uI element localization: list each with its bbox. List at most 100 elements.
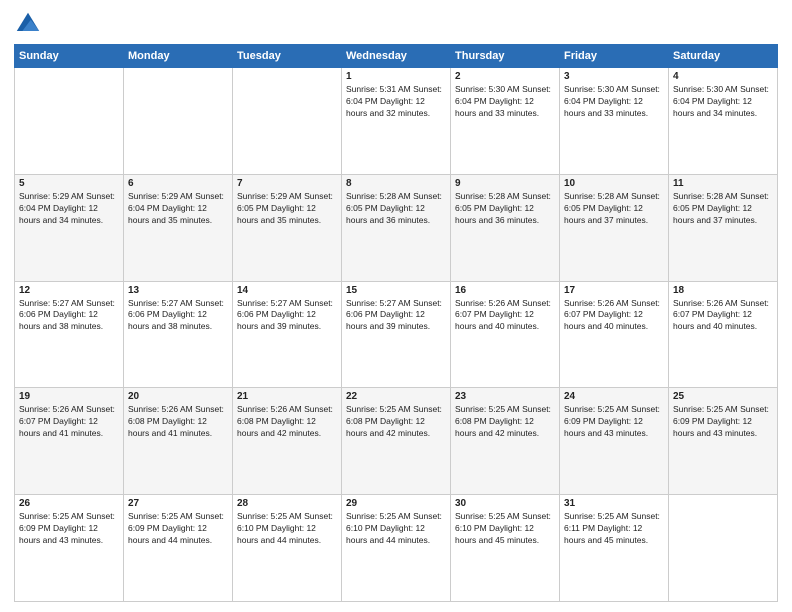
week-row-1: 1Sunrise: 5:31 AM Sunset: 6:04 PM Daylig… bbox=[15, 68, 778, 175]
day-number: 4 bbox=[673, 71, 773, 82]
day-number: 5 bbox=[19, 178, 119, 189]
day-number: 19 bbox=[19, 391, 119, 402]
day-number: 7 bbox=[237, 178, 337, 189]
day-cell: 16 Sunrise: 5:26 AM Sunset: 6:07 PM Dayli… bbox=[451, 281, 560, 388]
day-cell: 9 Sunrise: 5:28 AM Sunset: 6:05 PM Daylig… bbox=[451, 174, 560, 281]
day-number: 28 bbox=[237, 498, 337, 509]
day-info: Sunrise: 5:25 AM Sunset: 6:10 PM Dayligh… bbox=[237, 511, 337, 547]
day-cell bbox=[233, 68, 342, 175]
day-info: Sunrise: 5:27 AM Sunset: 6:06 PM Dayligh… bbox=[237, 298, 337, 334]
day-info: Sunrise: 5:25 AM Sunset: 6:10 PM Dayligh… bbox=[455, 511, 555, 547]
day-cell: 13 Sunrise: 5:27 AM Sunset: 6:06 PM Dayli… bbox=[124, 281, 233, 388]
day-info: Sunrise: 5:25 AM Sunset: 6:09 PM Dayligh… bbox=[128, 511, 228, 547]
day-number: 1 bbox=[346, 71, 446, 82]
day-cell: 27 Sunrise: 5:25 AM Sunset: 6:09 PM Dayli… bbox=[124, 495, 233, 602]
day-cell: 1Sunrise: 5:31 AM Sunset: 6:04 PM Daylig… bbox=[342, 68, 451, 175]
day-number: 11 bbox=[673, 178, 773, 189]
day-cell: 23 Sunrise: 5:25 AM Sunset: 6:08 PM Dayli… bbox=[451, 388, 560, 495]
day-cell: 12Sunrise: 5:27 AM Sunset: 6:06 PM Dayli… bbox=[15, 281, 124, 388]
day-cell: 2 Sunrise: 5:30 AM Sunset: 6:04 PM Daylig… bbox=[451, 68, 560, 175]
day-header-saturday: Saturday bbox=[669, 45, 778, 68]
day-number: 15 bbox=[346, 285, 446, 296]
day-cell: 24Sunrise: 5:25 AM Sunset: 6:09 PM Dayli… bbox=[560, 388, 669, 495]
day-cell: 14 Sunrise: 5:27 AM Sunset: 6:06 PM Dayli… bbox=[233, 281, 342, 388]
day-info: Sunrise: 5:29 AM Sunset: 6:04 PM Dayligh… bbox=[128, 191, 228, 227]
day-info: Sunrise: 5:28 AM Sunset: 6:05 PM Dayligh… bbox=[564, 191, 664, 227]
day-cell: 6 Sunrise: 5:29 AM Sunset: 6:04 PM Daylig… bbox=[124, 174, 233, 281]
day-info: Sunrise: 5:26 AM Sunset: 6:08 PM Dayligh… bbox=[237, 404, 337, 440]
day-header-friday: Friday bbox=[560, 45, 669, 68]
day-cell: 10 Sunrise: 5:28 AM Sunset: 6:05 PM Dayli… bbox=[560, 174, 669, 281]
day-info: Sunrise: 5:26 AM Sunset: 6:07 PM Dayligh… bbox=[19, 404, 119, 440]
days-header-row: SundayMondayTuesdayWednesdayThursdayFrid… bbox=[15, 45, 778, 68]
day-number: 17 bbox=[564, 285, 664, 296]
day-number: 21 bbox=[237, 391, 337, 402]
day-number: 3 bbox=[564, 71, 664, 82]
day-number: 26 bbox=[19, 498, 119, 509]
day-number: 10 bbox=[564, 178, 664, 189]
day-header-sunday: Sunday bbox=[15, 45, 124, 68]
day-info: Sunrise: 5:29 AM Sunset: 6:04 PM Dayligh… bbox=[19, 191, 119, 227]
day-number: 2 bbox=[455, 71, 555, 82]
day-number: 18 bbox=[673, 285, 773, 296]
day-number: 14 bbox=[237, 285, 337, 296]
day-number: 20 bbox=[128, 391, 228, 402]
day-info: Sunrise: 5:26 AM Sunset: 6:07 PM Dayligh… bbox=[564, 298, 664, 334]
day-cell bbox=[15, 68, 124, 175]
day-info: Sunrise: 5:30 AM Sunset: 6:04 PM Dayligh… bbox=[564, 84, 664, 120]
day-cell: 15 Sunrise: 5:27 AM Sunset: 6:06 PM Dayli… bbox=[342, 281, 451, 388]
day-number: 25 bbox=[673, 391, 773, 402]
day-number: 9 bbox=[455, 178, 555, 189]
week-row-5: 26 Sunrise: 5:25 AM Sunset: 6:09 PM Dayli… bbox=[15, 495, 778, 602]
day-cell: 19 Sunrise: 5:26 AM Sunset: 6:07 PM Dayli… bbox=[15, 388, 124, 495]
week-row-2: 5 Sunrise: 5:29 AM Sunset: 6:04 PM Daylig… bbox=[15, 174, 778, 281]
day-cell: 20 Sunrise: 5:26 AM Sunset: 6:08 PM Dayli… bbox=[124, 388, 233, 495]
logo-icon bbox=[14, 10, 42, 38]
day-cell: 29 Sunrise: 5:25 AM Sunset: 6:10 PM Dayli… bbox=[342, 495, 451, 602]
day-info: Sunrise: 5:30 AM Sunset: 6:04 PM Dayligh… bbox=[455, 84, 555, 120]
calendar-table: SundayMondayTuesdayWednesdayThursdayFrid… bbox=[14, 44, 778, 602]
day-info: Sunrise: 5:27 AM Sunset: 6:06 PM Dayligh… bbox=[128, 298, 228, 334]
day-number: 13 bbox=[128, 285, 228, 296]
day-number: 22 bbox=[346, 391, 446, 402]
day-info: Sunrise: 5:25 AM Sunset: 6:08 PM Dayligh… bbox=[455, 404, 555, 440]
day-cell: 18Sunrise: 5:26 AM Sunset: 6:07 PM Dayli… bbox=[669, 281, 778, 388]
day-info: Sunrise: 5:25 AM Sunset: 6:09 PM Dayligh… bbox=[673, 404, 773, 440]
day-number: 12 bbox=[19, 285, 119, 296]
day-cell: 3 Sunrise: 5:30 AM Sunset: 6:04 PM Daylig… bbox=[560, 68, 669, 175]
day-cell: 26Sunrise: 5:25 AM Sunset: 6:09 PM Dayli… bbox=[15, 495, 124, 602]
day-cell: 30 Sunrise: 5:25 AM Sunset: 6:10 PM Dayli… bbox=[451, 495, 560, 602]
week-row-4: 19 Sunrise: 5:26 AM Sunset: 6:07 PM Dayli… bbox=[15, 388, 778, 495]
day-cell: 7Sunrise: 5:29 AM Sunset: 6:05 PM Daylig… bbox=[233, 174, 342, 281]
day-number: 30 bbox=[455, 498, 555, 509]
day-header-monday: Monday bbox=[124, 45, 233, 68]
day-header-thursday: Thursday bbox=[451, 45, 560, 68]
day-number: 29 bbox=[346, 498, 446, 509]
day-info: Sunrise: 5:26 AM Sunset: 6:07 PM Dayligh… bbox=[455, 298, 555, 334]
day-info: Sunrise: 5:25 AM Sunset: 6:11 PM Dayligh… bbox=[564, 511, 664, 547]
page: SundayMondayTuesdayWednesdayThursdayFrid… bbox=[0, 0, 792, 612]
day-info: Sunrise: 5:28 AM Sunset: 6:05 PM Dayligh… bbox=[455, 191, 555, 227]
day-info: Sunrise: 5:28 AM Sunset: 6:05 PM Dayligh… bbox=[346, 191, 446, 227]
day-cell: 22Sunrise: 5:25 AM Sunset: 6:08 PM Dayli… bbox=[342, 388, 451, 495]
day-info: Sunrise: 5:25 AM Sunset: 6:10 PM Dayligh… bbox=[346, 511, 446, 547]
day-cell: 5 Sunrise: 5:29 AM Sunset: 6:04 PM Daylig… bbox=[15, 174, 124, 281]
day-number: 16 bbox=[455, 285, 555, 296]
day-info: Sunrise: 5:27 AM Sunset: 6:06 PM Dayligh… bbox=[346, 298, 446, 334]
day-number: 6 bbox=[128, 178, 228, 189]
day-number: 27 bbox=[128, 498, 228, 509]
day-cell: 4Sunrise: 5:30 AM Sunset: 6:04 PM Daylig… bbox=[669, 68, 778, 175]
day-number: 31 bbox=[564, 498, 664, 509]
header bbox=[14, 10, 778, 38]
day-info: Sunrise: 5:26 AM Sunset: 6:08 PM Dayligh… bbox=[128, 404, 228, 440]
day-cell bbox=[669, 495, 778, 602]
day-cell: 31 Sunrise: 5:25 AM Sunset: 6:11 PM Dayli… bbox=[560, 495, 669, 602]
day-cell: 28 Sunrise: 5:25 AM Sunset: 6:10 PM Dayli… bbox=[233, 495, 342, 602]
day-cell: 21 Sunrise: 5:26 AM Sunset: 6:08 PM Dayli… bbox=[233, 388, 342, 495]
day-cell: 25 Sunrise: 5:25 AM Sunset: 6:09 PM Dayli… bbox=[669, 388, 778, 495]
day-info: Sunrise: 5:28 AM Sunset: 6:05 PM Dayligh… bbox=[673, 191, 773, 227]
day-cell bbox=[124, 68, 233, 175]
day-number: 23 bbox=[455, 391, 555, 402]
week-row-3: 12 Sunrise: 5:27 AM Sunset: 6:06 PM Dayli… bbox=[15, 281, 778, 388]
logo bbox=[14, 10, 46, 38]
